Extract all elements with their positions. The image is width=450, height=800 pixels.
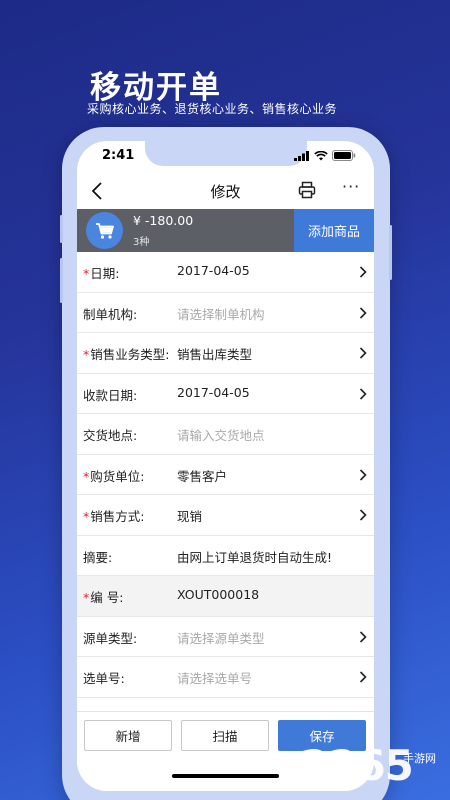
chevron-right-icon [359,671,367,683]
form-row-value[interactable]: 2017-04-05 [177,263,250,278]
form-row[interactable]: 源单类型: 请选择源单类型 [77,616,374,657]
chevron-right-icon [359,306,367,319]
form-row-label: 收款日期: [83,385,137,404]
status-time: 2:41 [102,148,135,163]
cart-icon [86,212,123,249]
add-product-button[interactable]: 添加商品 [294,209,374,252]
status-icons [294,150,356,161]
print-button[interactable] [298,181,318,201]
form-row[interactable]: 摘要: 由网上订单退货时自动生成! [77,535,374,576]
form-row-value[interactable]: 请输入交货地点 [177,425,265,444]
form-row[interactable]: *日期: 2017-04-05 [77,252,374,293]
form-row-value[interactable]: 由网上订单退货时自动生成! [177,547,332,566]
form-row[interactable]: 制单机构: 请选择制单机构 [77,292,374,333]
nav-bar: 修改 ··· [77,173,374,209]
cart-count: 3种 [133,237,150,248]
form-row-label: 摘要: [83,547,112,566]
form-row-label-text: 选单号: [83,671,125,686]
form-row-label: 制单机构: [83,304,137,323]
form-row-label: *编 号: [83,587,123,606]
form-row[interactable]: *编 号: XOUT000018 [77,576,374,617]
home-indicator [172,774,279,778]
form-row-value[interactable]: 请选择源单类型 [177,628,265,647]
required-mark: * [83,266,90,281]
form-row-value[interactable]: 零售客户 [177,466,227,485]
form-row[interactable]: *销售方式: 现销 [77,495,374,536]
watermark-number: 2265 [300,741,414,790]
cart-summary[interactable]: ¥ -180.00 3种 [77,209,294,252]
phone-volume-button [60,258,63,303]
signal-icon [294,150,309,161]
chevron-right-icon [359,387,367,400]
chevron-right-icon [359,468,367,481]
required-mark: * [83,590,90,605]
form-row-value[interactable]: XOUT000018 [177,587,259,602]
form-row-label-text: 收款日期: [83,387,138,403]
form-row-label-text: 销售方式: [90,509,145,524]
required-mark: * [83,509,90,524]
chevron-right-icon [359,630,367,643]
form-row-value[interactable]: 销售出库类型 [177,344,252,363]
chevron-right-icon [359,266,367,278]
form-row-label: 选单号: [83,668,125,687]
form-row-label-text: 交货地点: [83,428,138,443]
phone-volume-button [60,215,63,243]
phone-screen: 2:41 修改 ··· ¥ -180.00 3种 添加商品 *日期: 2017-… [77,141,374,791]
form-row[interactable]: *销售业务类型: 销售出库类型 [77,333,374,374]
form-row-label: 源单类型: [83,628,137,647]
watermark-text: 手游网 [403,752,436,765]
form-row[interactable]: 收款日期: 2017-04-05 [77,373,374,414]
page-title: 修改 [210,183,241,201]
form-row-value[interactable]: 现销 [177,506,202,525]
printer-icon [298,181,316,199]
form-row-label-text: 制单机构: [83,306,138,322]
more-button[interactable]: ··· [342,177,360,196]
cart-bar: ¥ -180.00 3种 添加商品 [77,209,374,252]
watermark-logo: 2265 手游网 [300,741,436,790]
form-row-label-text: 日期: [90,266,120,281]
form-row[interactable]: 选单号: 请选择选单号 [77,657,374,698]
form-row-label: *日期: [83,263,119,282]
chevron-right-icon [359,509,367,521]
scan-button[interactable]: 扫描 [181,720,269,751]
form-row-label-text: 编 号: [90,590,124,605]
chevron-right-icon [359,347,367,359]
form-row-label: *销售方式: [83,506,144,525]
form-row-label-text: 购货单位: [90,468,145,484]
wifi-icon [314,150,328,160]
form-row-value[interactable]: 请选择选单号 [177,668,252,687]
required-mark: * [83,468,90,484]
promo-subtitle: 采购核心业务、退货核心业务、销售核心业务 [87,102,338,116]
form-row-label-text: 摘要: [83,549,113,565]
form-row[interactable]: *购货单位: 零售客户 [77,454,374,495]
form-row-label: 交货地点: [83,425,137,444]
form-row-label-text: 销售业务类型: [90,347,170,362]
form-row-label: *销售业务类型: [83,344,169,363]
cart-amount: ¥ -180.00 [133,213,194,228]
form-row-label: *购货单位: [83,466,144,485]
phone-side-button [389,225,392,280]
new-button[interactable]: 新增 [84,720,172,751]
form-row[interactable]: 交货地点: 请输入交货地点 [77,414,374,455]
order-form: *日期: 2017-04-05 制单机构: 请选择制单机构 *销售业务类型: 销售出库类型… [77,252,374,738]
phone-notch [145,141,307,166]
form-row-label-text: 源单类型: [83,630,138,646]
form-row-value[interactable]: 请选择制单机构 [177,304,265,323]
required-mark: * [83,347,90,362]
form-row-value[interactable]: 2017-04-05 [177,385,250,400]
battery-icon [332,150,356,161]
